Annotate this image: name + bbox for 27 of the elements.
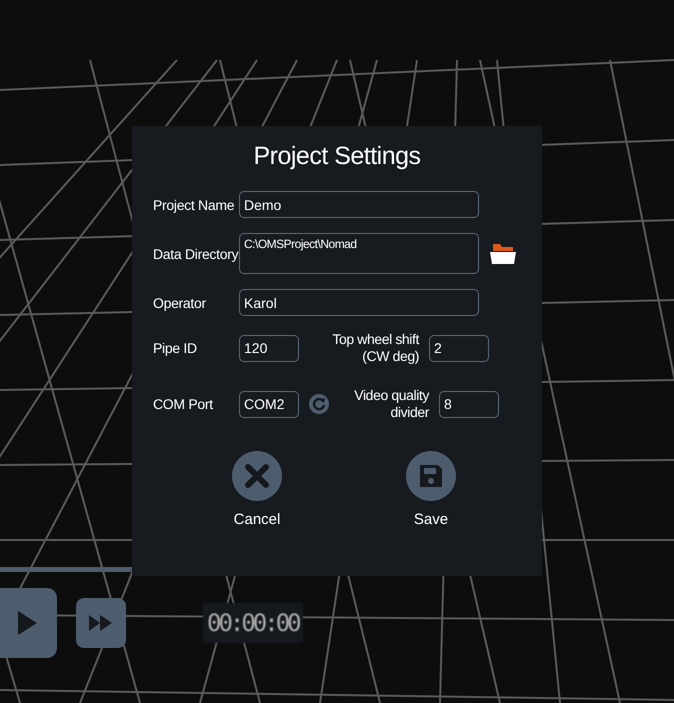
refresh-icon[interactable] <box>309 394 329 414</box>
top-wheel-shift-field[interactable]: 2 <box>429 334 489 362</box>
play-button[interactable] <box>0 588 57 658</box>
com-port-field[interactable]: COM2 <box>239 390 299 418</box>
dialog-title: Project Settings <box>252 142 422 171</box>
play-icon <box>16 610 38 636</box>
field-label: Top wheel shift (CW deg) <box>331 331 419 365</box>
project-name-field[interactable]: Demo <box>239 191 479 218</box>
field-label: Operator <box>153 294 207 310</box>
cancel-button[interactable] <box>232 451 282 501</box>
video-quality-divider-field[interactable]: 8 <box>439 390 499 418</box>
save-button[interactable] <box>406 451 456 501</box>
fast-forward-icon <box>88 614 114 632</box>
field-label: Video quality divider <box>353 387 429 421</box>
fast-forward-button[interactable] <box>76 598 126 648</box>
button-label: Save <box>414 511 448 528</box>
timecode: 00:00:00 <box>203 603 303 643</box>
field-label: Project Name <box>153 196 236 212</box>
folder-icon[interactable] <box>489 242 517 264</box>
data-directory-field[interactable]: C:\OMSProject\Nomad <box>239 233 479 274</box>
operator-field[interactable]: Karol <box>239 289 479 316</box>
close-icon <box>244 463 270 489</box>
pipe-id-field[interactable]: 120 <box>239 334 299 362</box>
button-label: Cancel <box>234 511 280 528</box>
field-label: COM Port <box>153 396 214 412</box>
field-label: Pipe ID <box>153 340 198 356</box>
field-label: Data Directory <box>153 246 239 262</box>
